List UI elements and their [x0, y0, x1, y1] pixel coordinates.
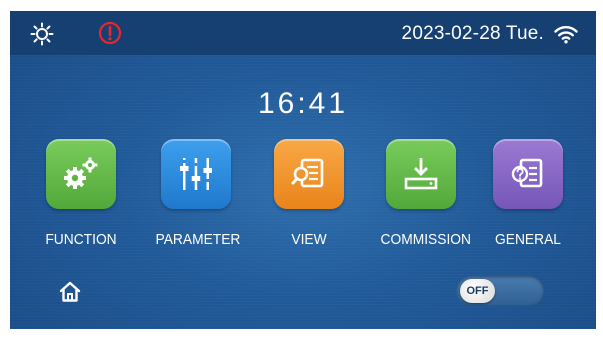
home-icon[interactable] [58, 280, 82, 309]
exclamation-circle-icon[interactable] [98, 21, 122, 50]
menu-view-label: VIEW [291, 231, 327, 248]
controller-screen: 2023-02-28 Tue. 16:41 FUNCTION PARAMETER… [10, 11, 596, 329]
clock-time: 16:41 [257, 87, 349, 120]
download-icon [386, 139, 456, 209]
menu-view-button[interactable]: VIEW [265, 139, 353, 248]
gears-icon [46, 139, 116, 209]
menu-commission-button[interactable]: COMMISSION [377, 139, 471, 248]
menu-parameter-label: PARAMETER [155, 231, 241, 248]
menu-function-label: FUNCTION [45, 231, 117, 248]
menu-general-label: GENERAL [495, 231, 561, 248]
help-doc-icon [493, 139, 563, 209]
status-bar: 2023-02-28 Tue. [10, 11, 596, 55]
menu-commission-label: COMMISSION [380, 231, 471, 248]
sun-icon[interactable] [30, 22, 54, 51]
menu-parameter-button[interactable]: PARAMETER [152, 139, 240, 248]
wifi-icon [554, 24, 578, 49]
menu-general-button[interactable]: GENERAL [484, 139, 572, 248]
toggle-knob: OFF [460, 279, 495, 303]
power-toggle[interactable]: OFF [456, 276, 544, 306]
sliders-icon [161, 139, 231, 209]
menu-function-button[interactable]: FUNCTION [37, 139, 125, 248]
date-time-display: 2023-02-28 Tue. [401, 23, 544, 44]
view-doc-icon [274, 139, 344, 209]
